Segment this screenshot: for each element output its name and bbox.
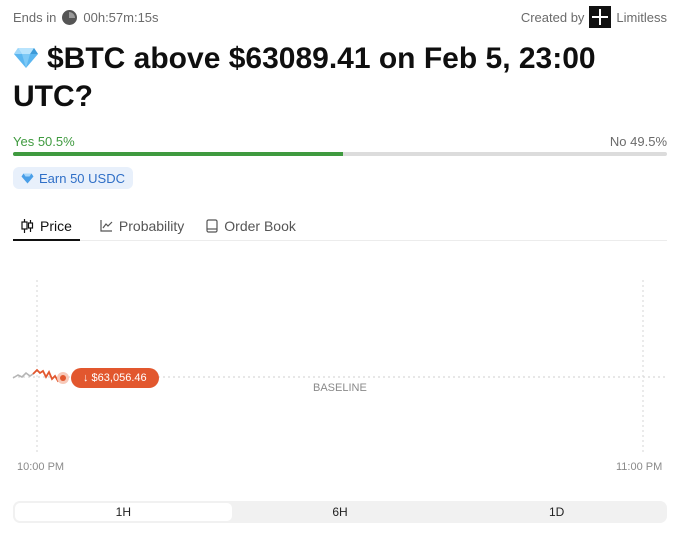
baseline-label: BASELINE [313, 382, 367, 394]
current-price-badge: ↓ $63,056.46 [71, 368, 159, 388]
range-1d-button[interactable]: 1D [448, 503, 665, 521]
market-title-text: $BTC above $63089.41 on Feb 5, 23:00 UTC… [13, 42, 596, 113]
countdown: Ends in 00h:57m:15s [13, 9, 159, 25]
tab-probability-label: Probability [118, 218, 185, 234]
chart-tabs: Price Probability Order Book [13, 214, 667, 241]
earn-label: Earn 50 USDC [39, 170, 125, 186]
current-price-dot[interactable] [60, 375, 66, 381]
line-chart-icon [100, 220, 113, 232]
odds-bar [13, 152, 667, 156]
diamond-icon [14, 48, 38, 68]
tab-price[interactable]: Price [13, 214, 80, 241]
creator-name[interactable]: Limitless [616, 10, 667, 25]
yes-odds-fill [13, 152, 344, 156]
clock-icon [62, 9, 78, 25]
odds-row: Yes 50.5% No 49.5% [13, 134, 667, 149]
book-icon [206, 219, 218, 233]
range-1h-button[interactable]: 1H [15, 503, 232, 521]
market-header: Ends in 00h:57m:15s Created by Limitless [13, 6, 667, 28]
countdown-value: 00h:57m:15s [83, 9, 159, 25]
ends-in-label: Ends in [13, 9, 57, 25]
creator[interactable]: Created by Limitless [521, 6, 667, 28]
yes-odds: Yes 50.5% [13, 134, 75, 149]
no-odds: No 49.5% [609, 134, 667, 149]
tab-order-book-label: Order Book [224, 218, 296, 234]
candlestick-icon [21, 219, 34, 233]
earn-badge[interactable]: Earn 50 USDC [13, 167, 133, 189]
x-axis-end-label: 11:00 PM [616, 461, 663, 473]
market-title: $BTC above $63089.41 on Feb 5, 23:00 UTC… [13, 40, 663, 116]
x-axis-start-label: 10:00 PM [17, 461, 65, 473]
tab-order-book[interactable]: Order Book [204, 214, 298, 240]
time-range-selector: 1H 6H 1D [13, 501, 667, 523]
created-by-label: Created by [520, 9, 585, 25]
limitless-logo-icon [589, 6, 612, 28]
range-6h-button[interactable]: 6H [232, 503, 449, 521]
tab-price-label: Price [40, 218, 72, 234]
diamond-icon [21, 173, 34, 183]
tab-probability[interactable]: Probability [98, 214, 186, 240]
